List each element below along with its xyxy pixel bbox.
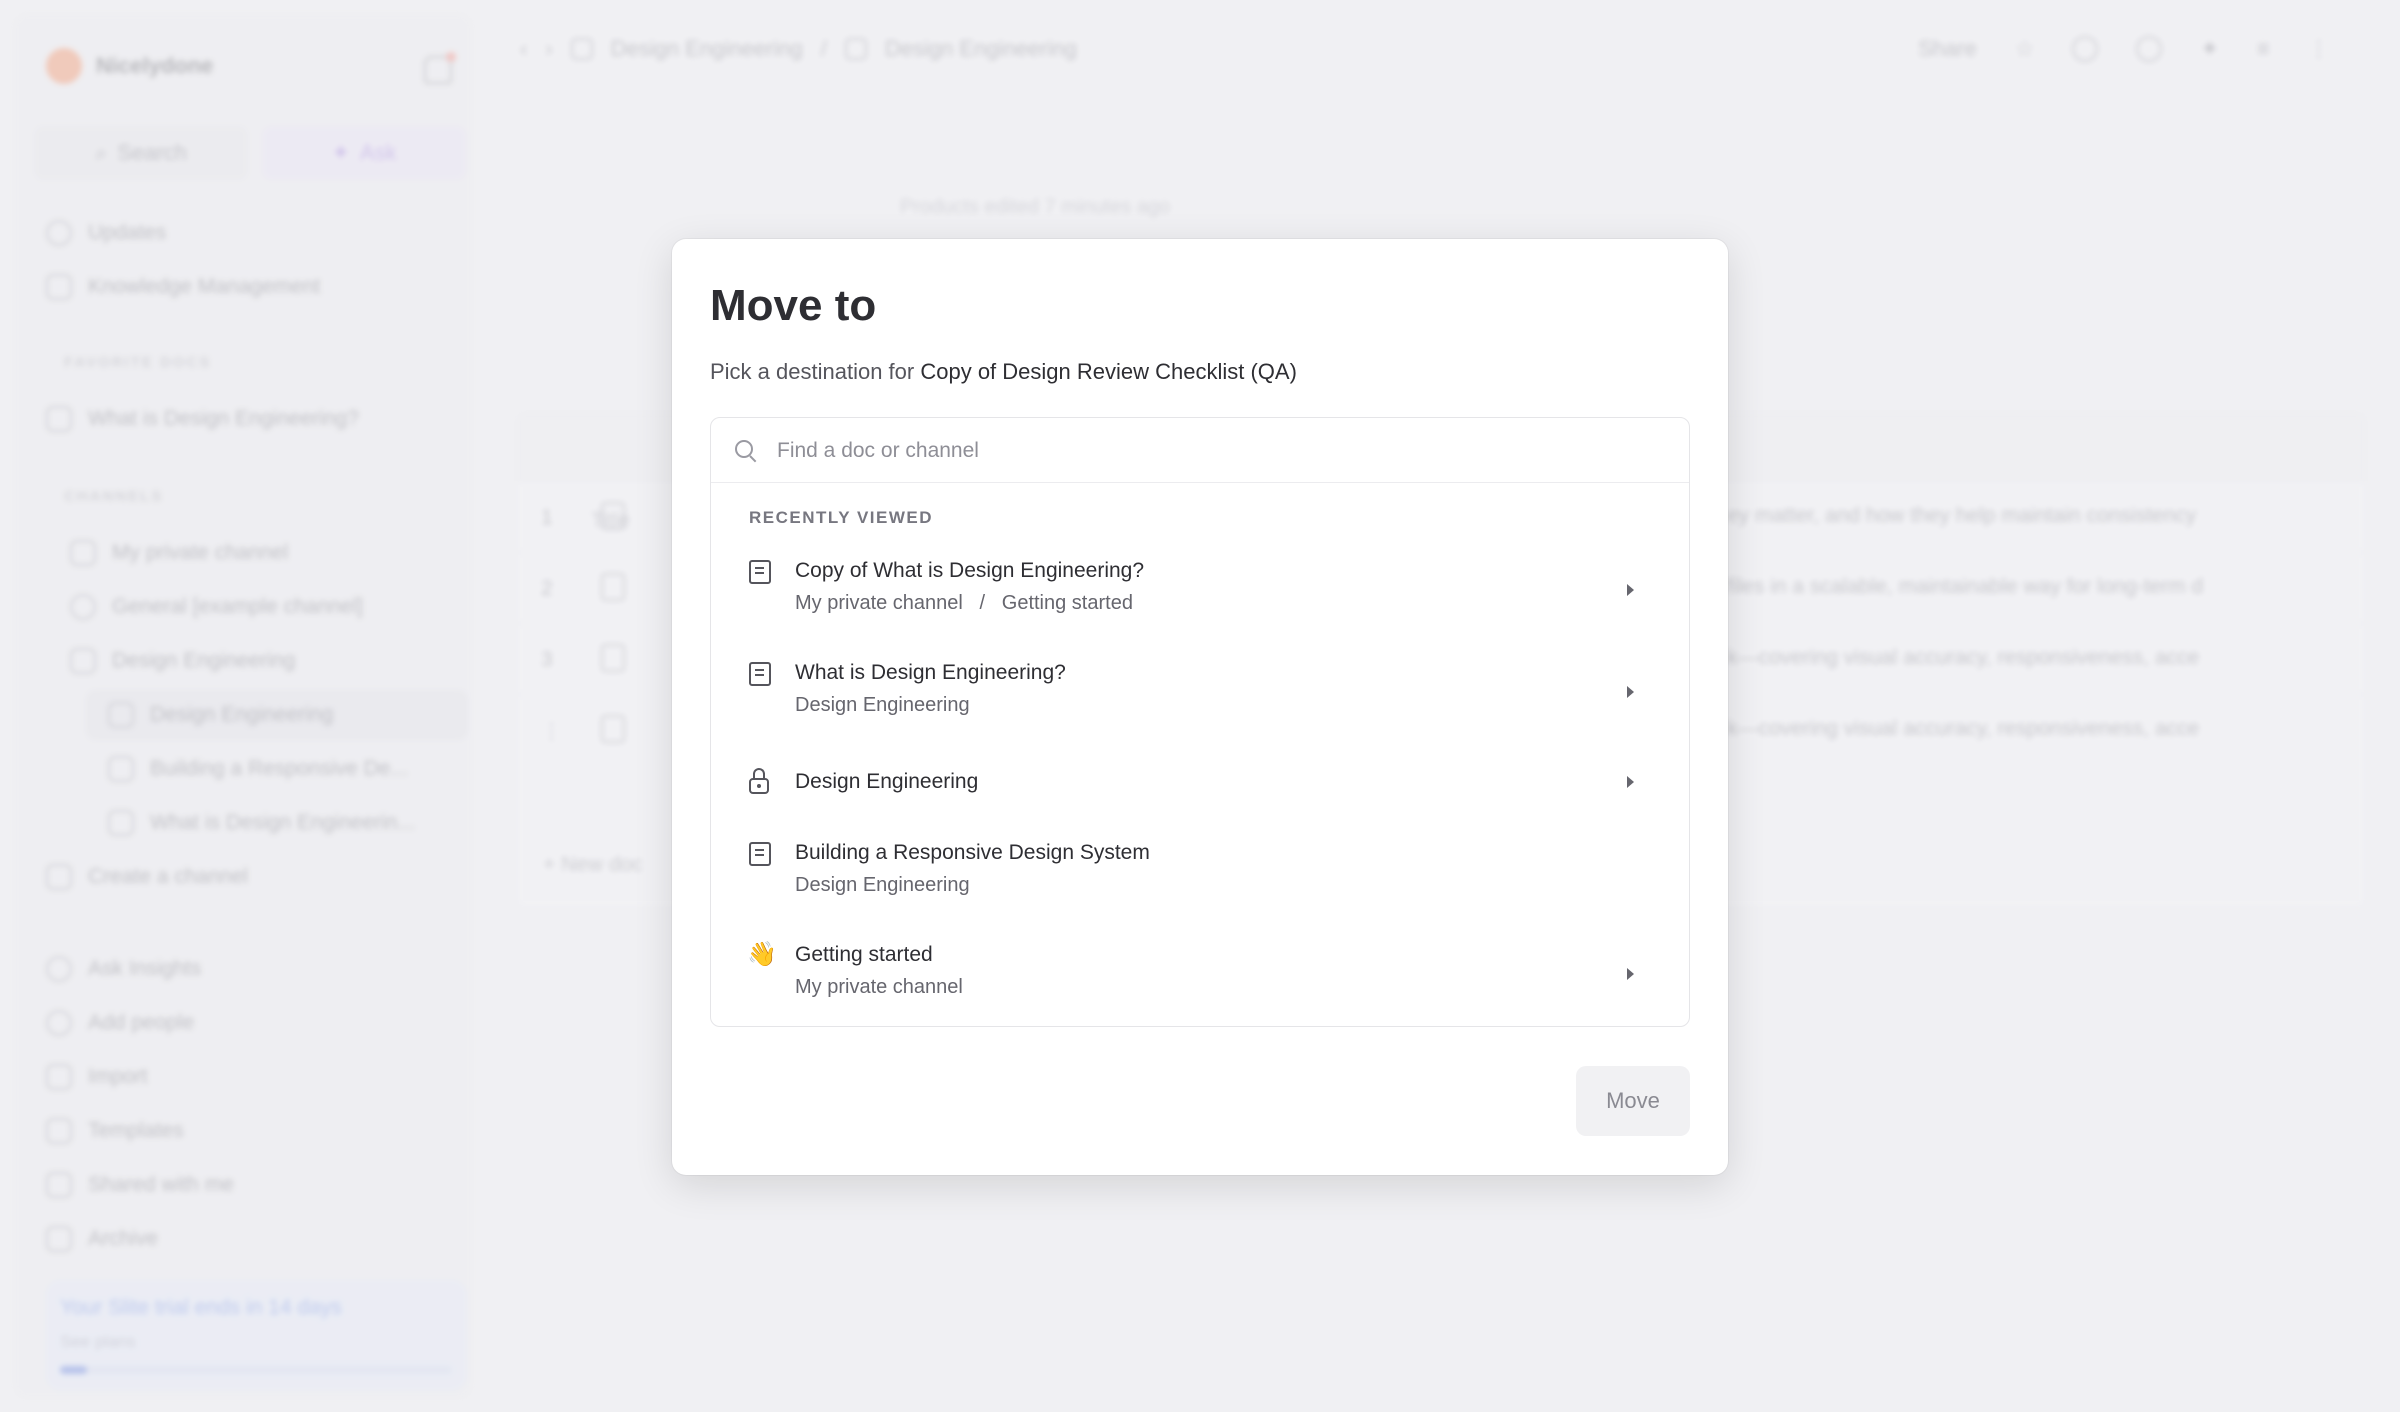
destination-path: My private channel / Getting started [795, 592, 1133, 614]
destination-picker: RECENTLY VIEWED Copy of What is Design E… [710, 417, 1690, 1027]
destination-title: What is Design Engineering? [795, 661, 1066, 684]
chevron-right-icon[interactable] [1627, 584, 1634, 596]
dialog-subtitle: Pick a destination for Copy of Design Re… [710, 359, 1297, 385]
chevron-right-icon[interactable] [1627, 776, 1634, 788]
move-to-dialog: Move to Pick a destination for Copy of D… [672, 239, 1728, 1175]
destination-path: Design Engineering [795, 694, 970, 716]
destination-title: Building a Responsive Design System [795, 841, 1150, 864]
doc-name: Copy of Design Review Checklist (QA) [920, 359, 1297, 384]
waving-hand-icon: 👋 [747, 941, 777, 968]
destination-title: Design Engineering [795, 770, 979, 793]
destination-title: Copy of What is Design Engineering? [795, 559, 1145, 582]
subtitle-prefix: Pick a destination for [710, 359, 921, 384]
destination-title: Getting started [795, 943, 933, 966]
lock-icon [749, 768, 769, 794]
destination-search-input[interactable] [775, 432, 1659, 470]
dialog-title: Move to [710, 281, 877, 330]
destination-item[interactable]: What is Design Engineering? Design Engin… [711, 648, 1689, 744]
chevron-right-icon[interactable] [1627, 968, 1634, 980]
destination-path: Design Engineering [795, 874, 970, 896]
destination-path: My private channel [795, 976, 963, 998]
move-button[interactable]: Move [1576, 1066, 1690, 1136]
search-icon [735, 440, 753, 458]
destination-item[interactable]: Copy of What is Design Engineering? My p… [711, 546, 1689, 642]
destination-item[interactable]: Building a Responsive Design System Desi… [711, 828, 1689, 924]
picker-search-bar [711, 418, 1689, 483]
destination-item[interactable]: 👋 Getting started My private channel [711, 930, 1689, 1026]
chevron-right-icon[interactable] [1627, 686, 1634, 698]
destination-item[interactable]: Design Engineering [711, 750, 1689, 820]
doc-icon [749, 842, 771, 866]
doc-icon [749, 560, 771, 584]
doc-icon [749, 662, 771, 686]
recently-viewed-title: RECENTLY VIEWED [749, 508, 934, 527]
